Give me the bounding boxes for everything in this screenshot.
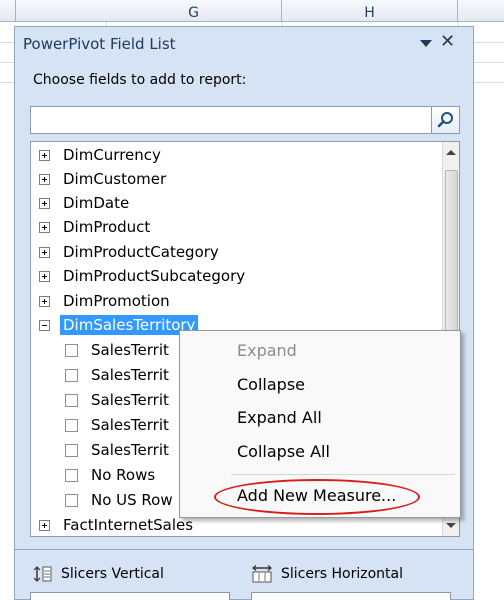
pane-divider: [15, 549, 473, 550]
expand-plus-icon[interactable]: [39, 173, 50, 185]
menu-item-expand-all[interactable]: Expand All: [180, 402, 460, 434]
field-name: No Rows: [91, 466, 156, 484]
field-checkbox[interactable]: [65, 443, 78, 457]
table-name: DimCurrency: [63, 146, 161, 164]
triangle-down-icon[interactable]: [420, 40, 432, 47]
context-menu: Expand Collapse Expand All Collapse All …: [179, 330, 461, 518]
table-name: DimCustomer: [63, 170, 167, 188]
field-checkbox[interactable]: [65, 468, 78, 482]
field-name: SalesTerrit: [91, 366, 169, 384]
search-button[interactable]: [431, 107, 459, 133]
slicers-vertical-icon: [33, 566, 52, 582]
table-name: DimDate: [63, 194, 130, 212]
tree-table-item[interactable]: DimDate: [31, 191, 132, 215]
expand-plus-icon[interactable]: [39, 197, 50, 209]
field-checkbox[interactable]: [65, 368, 78, 382]
tree-table-item-selected[interactable]: DimSalesTerritory: [31, 313, 199, 337]
tree-field-item[interactable]: SalesTerrit: [31, 413, 169, 437]
slicers-horizontal-dropzone[interactable]: [251, 592, 451, 600]
column-header-g[interactable]: G: [106, 0, 282, 22]
highlight-annotation-ellipse: [214, 479, 420, 515]
scroll-thumb[interactable]: [445, 170, 458, 340]
column-header-row: F G H: [0, 0, 504, 22]
tree-field-item[interactable]: SalesTerrit: [31, 438, 169, 462]
search-input[interactable]: [31, 107, 429, 133]
expand-plus-icon[interactable]: [39, 295, 50, 307]
tree-table-item[interactable]: FactInternetSales: [31, 513, 196, 536]
field-name: SalesTerrit: [91, 441, 169, 459]
expand-plus-icon[interactable]: [39, 270, 50, 282]
slicers-horizontal-area-header: Slicers Horizontal: [251, 565, 403, 583]
field-name: SalesTerrit: [91, 391, 169, 409]
field-checkbox[interactable]: [65, 393, 78, 407]
expand-plus-icon[interactable]: [39, 149, 50, 161]
menu-item-expand[interactable]: Expand: [180, 335, 460, 367]
tree-field-item[interactable]: No US Row: [31, 488, 173, 512]
tree-table-item[interactable]: DimProduct: [31, 215, 153, 239]
tree-field-item[interactable]: SalesTerrit: [31, 338, 169, 362]
tree-table-item[interactable]: DimCurrency: [31, 143, 164, 167]
slicers-vertical-label: Slicers Vertical: [61, 566, 164, 582]
menu-item-collapse[interactable]: Collapse: [180, 369, 460, 401]
tree-field-item[interactable]: SalesTerrit: [31, 363, 169, 387]
expand-plus-icon[interactable]: [39, 221, 50, 233]
tree-field-item[interactable]: No Rows: [31, 463, 155, 487]
field-checkbox[interactable]: [65, 493, 78, 507]
slicers-horizontal-icon: [252, 565, 272, 583]
table-name: DimSalesTerritory: [60, 315, 199, 335]
table-name: FactInternetSales: [63, 516, 194, 534]
table-name: DimPromotion: [63, 292, 170, 310]
field-name: SalesTerrit: [91, 341, 169, 359]
tree-table-item[interactable]: DimPromotion: [31, 289, 173, 313]
field-name: No US Row: [91, 491, 173, 509]
menu-separator: [231, 474, 455, 475]
expand-plus-icon[interactable]: [39, 519, 50, 531]
close-icon[interactable]: ✕: [440, 30, 455, 54]
search-box: [30, 106, 460, 134]
scroll-down-icon[interactable]: [446, 523, 456, 528]
tree-field-item[interactable]: SalesTerrit: [31, 388, 169, 412]
column-header-f[interactable]: F: [0, 0, 16, 22]
tree-table-item[interactable]: DimProductSubcategory: [31, 264, 248, 288]
table-name: DimProductSubcategory: [63, 267, 246, 285]
slicers-vertical-area-header: Slicers Vertical: [33, 565, 164, 583]
field-checkbox[interactable]: [65, 418, 78, 432]
expand-plus-icon[interactable]: [39, 246, 50, 258]
table-name: DimProductCategory: [63, 243, 219, 261]
tree-table-item[interactable]: DimProductCategory: [31, 240, 222, 264]
choose-fields-label: Choose fields to add to report:: [33, 72, 247, 88]
scroll-up-icon[interactable]: [446, 150, 456, 155]
collapse-minus-icon[interactable]: [39, 319, 50, 331]
slicers-horizontal-label: Slicers Horizontal: [281, 566, 403, 582]
table-name: DimProduct: [63, 218, 151, 236]
column-header-h[interactable]: H: [282, 0, 458, 22]
magnifier-icon: [437, 112, 453, 128]
menu-item-collapse-all[interactable]: Collapse All: [180, 436, 460, 468]
pane-title: PowerPivot Field List: [23, 35, 176, 53]
slicers-vertical-dropzone[interactable]: [30, 592, 230, 600]
field-checkbox[interactable]: [65, 343, 78, 357]
tree-table-item[interactable]: DimCustomer: [31, 167, 169, 191]
field-name: SalesTerrit: [91, 416, 169, 434]
